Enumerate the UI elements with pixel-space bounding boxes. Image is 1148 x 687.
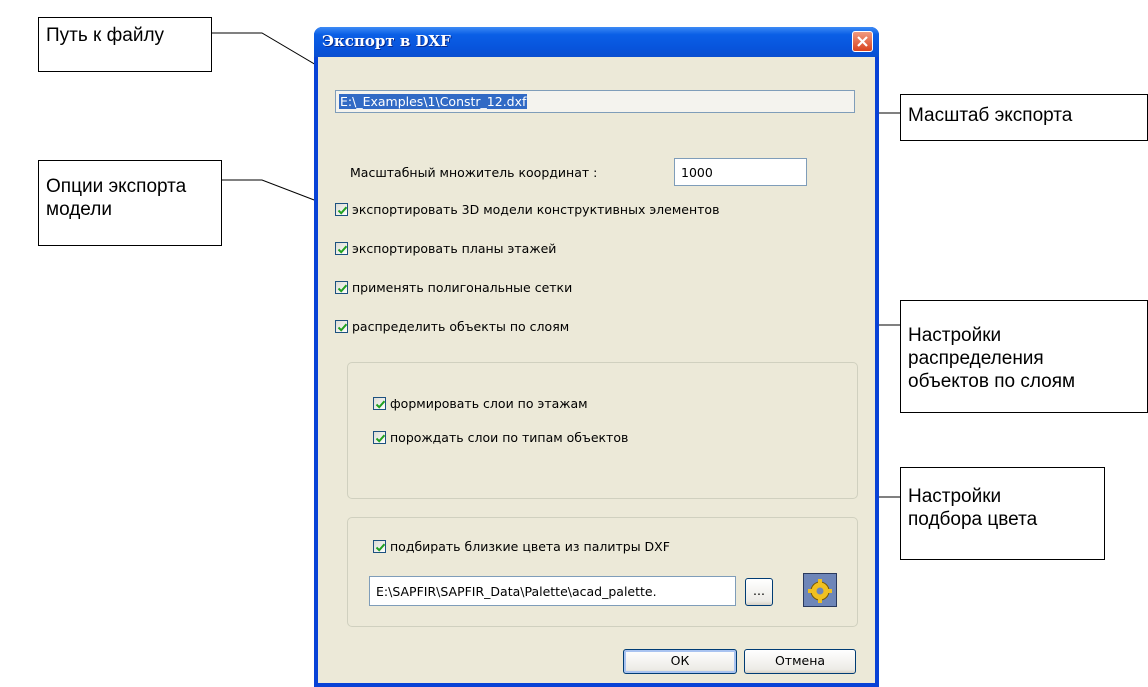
checkbox-box[interactable] <box>335 281 348 294</box>
callout-file-path: Путь к файлу <box>38 17 212 72</box>
checkbox-label: подбирать близкие цвета из палитры DXF <box>390 539 670 554</box>
file-path-field[interactable]: E:\_Examples\1\Constr_12.dxf <box>335 90 855 113</box>
checkmark-icon <box>375 400 386 409</box>
checkbox-label: порождать слои по типам объектов <box>390 430 629 445</box>
color-settings-group: подбирать близкие цвета из палитры DXF E… <box>347 517 858 627</box>
checkbox-box[interactable] <box>335 203 348 216</box>
checkmark-icon <box>375 434 386 443</box>
checkmark-icon <box>337 206 348 215</box>
callout-layers: Настройки распределения объектов по слоя… <box>900 300 1148 413</box>
callout-layers-line2: распределения <box>908 348 1044 369</box>
checkbox-box[interactable] <box>335 320 348 333</box>
checkbox-label: распределить объекты по слоям <box>352 319 570 334</box>
checkbox-label: экспортировать 3D модели конструктивных … <box>352 202 720 217</box>
callout-scale-text: Масштаб экспорта <box>908 105 1073 126</box>
checkmark-icon <box>337 284 348 293</box>
callout-color: Настройки подбора цвета <box>900 467 1105 560</box>
callout-options-line1: Опции экспорта <box>46 176 187 197</box>
checkmark-icon <box>375 543 386 552</box>
callout-options-line2: модели <box>46 199 112 220</box>
checkmark-icon <box>337 245 348 254</box>
dialog-client-area: E:\_Examples\1\Constr_12.dxf Масштабный … <box>318 57 875 683</box>
checkbox-box[interactable] <box>373 540 386 553</box>
leader-line-options <box>222 179 323 204</box>
palette-settings-icon <box>804 574 836 606</box>
ok-button[interactable]: ОК <box>623 649 737 674</box>
close-icon <box>857 36 868 47</box>
checkbox-box[interactable] <box>335 242 348 255</box>
callout-file-path-text: Путь к файлу <box>46 25 165 46</box>
palette-settings-button[interactable] <box>803 573 837 607</box>
checkbox-label: формировать слои по этажам <box>390 396 588 411</box>
cancel-button[interactable]: Отмена <box>744 649 856 674</box>
browse-palette-button[interactable]: ... <box>745 578 773 606</box>
callout-layers-line3: объектов по слоям <box>908 371 1076 392</box>
checkbox-label: экспортировать планы этажей <box>352 241 557 256</box>
callout-color-line2: подбора цвета <box>908 509 1038 530</box>
checkbox-box[interactable] <box>373 431 386 444</box>
callout-layers-line1: Настройки <box>908 325 1002 346</box>
checkmark-icon <box>337 323 348 332</box>
checkbox-label: применять полигональные сетки <box>352 280 573 295</box>
scale-label: Масштабный множитель координат : <box>350 165 598 180</box>
file-path-value: E:\_Examples\1\Constr_12.dxf <box>339 94 528 109</box>
dialog-title: Экспорт в DXF <box>322 32 451 50</box>
checkbox-box[interactable] <box>373 397 386 410</box>
callout-options: Опции экспорта модели <box>38 160 222 246</box>
callout-color-line1: Настройки <box>908 486 1002 507</box>
close-button[interactable] <box>852 31 873 52</box>
scale-input[interactable]: 1000 <box>674 158 807 186</box>
title-bar[interactable]: Экспорт в DXF <box>314 27 879 57</box>
export-dxf-dialog: Экспорт в DXF E:\_Examples\1\Constr_12.d… <box>314 27 879 687</box>
callout-scale: Масштаб экспорта <box>900 94 1148 141</box>
palette-path-input[interactable]: E:\SAPFIR\SAPFIR_Data\Palette\acad_palet… <box>369 576 736 606</box>
layers-settings-group: формировать слои по этажам порождать сло… <box>347 362 858 499</box>
